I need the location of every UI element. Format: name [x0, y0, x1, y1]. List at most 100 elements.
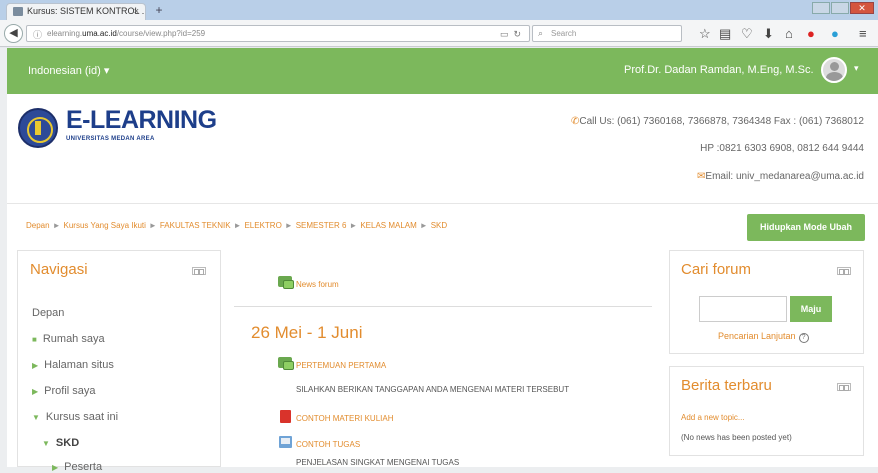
nav-item-participants[interactable]: ▶ Peserta [52, 461, 102, 473]
university-seal-icon[interactable] [18, 108, 58, 148]
breadcrumb-item[interactable]: Kursus Yang Saya Ikuti [64, 221, 146, 230]
logo-title[interactable]: E-LEARNING [66, 106, 217, 135]
no-news-text: (No news has been posted yet) [681, 433, 792, 442]
section-title: 26 Mei - 1 Juni [251, 323, 363, 342]
address-bar[interactable]: ⓘ elearning.uma.ac.id/course/view.php?id… [26, 25, 530, 42]
forum-icon [278, 276, 294, 289]
assignment-icon [279, 436, 292, 448]
breadcrumb-item[interactable]: KELAS MALAM [360, 221, 416, 230]
favicon-icon [13, 7, 23, 16]
skype-icon[interactable]: ● [831, 24, 839, 43]
collapse-arrow-icon: ▼ [42, 439, 50, 448]
news-forum-link[interactable]: News forum [296, 280, 339, 289]
expand-arrow-icon: ▶ [32, 361, 39, 370]
nav-item-site-pages[interactable]: ▶ Halaman situs [32, 359, 114, 371]
meeting-forum-link[interactable]: PERTEMUAN PERTAMA [296, 361, 386, 370]
tab-bar: Kursus: SISTEM KONTROL ... × + ✕ [0, 0, 878, 20]
addon-icon[interactable]: ● [807, 24, 815, 43]
info-icon[interactable]: ⓘ [33, 28, 42, 41]
breadcrumb-separator-icon: ► [284, 221, 293, 230]
bullet-icon: ■ [32, 335, 37, 344]
nav-item-home[interactable]: Depan [32, 307, 64, 319]
browser-toolbar-icons: ☆ ▤ ♡ ⬇ ⌂ ● ● ≡ [697, 24, 877, 43]
block-dock-icon[interactable] [837, 267, 851, 275]
advanced-search-link[interactable]: Pencarian Lanjutan? [718, 331, 809, 343]
material-link[interactable]: CONTOH MATERI KULIAH [296, 414, 394, 423]
nav-label: SKD [55, 437, 80, 449]
pocket-icon[interactable]: ♡ [741, 24, 753, 43]
search-forum-block: Cari forum Maju Pencarian Lanjutan? [669, 250, 864, 354]
language-menu[interactable]: Indonesian (id) ▾ [28, 64, 109, 77]
logo-subtitle: UNIVERSITAS MEDAN AREA [66, 136, 155, 142]
block-dock-icon[interactable] [837, 383, 851, 391]
nav-item-dashboard[interactable]: ■ Rumah saya [32, 333, 105, 345]
assignment-description: PENJELASAN SINGKAT MENGENAI TUGAS [296, 458, 460, 467]
nav-item-skd[interactable]: ▼ SKD [42, 437, 79, 449]
expand-arrow-icon: ▶ [32, 387, 39, 396]
forum-search-button[interactable]: Maju [790, 296, 832, 322]
navigation-title: Navigasi [30, 261, 88, 278]
user-menu-caret-icon[interactable]: ▾ [854, 63, 859, 74]
breadcrumb-item[interactable]: SEMESTER 6 [296, 221, 347, 230]
help-icon[interactable]: ? [798, 333, 809, 343]
breadcrumb-item[interactable]: ELEKTRO [244, 221, 281, 230]
breadcrumb: Depan ► Kursus Yang Saya Ikuti ► FAKULTAS TE… [26, 221, 447, 230]
assignment-link[interactable]: CONTOH TUGAS [296, 440, 360, 449]
tab-title: Kursus: SISTEM KONTROL ... [27, 6, 146, 16]
nav-label: Kursus saat ini [45, 411, 119, 423]
search-input[interactable]: ⌕ Search [532, 25, 682, 42]
forum-search-input[interactable] [699, 296, 787, 322]
breadcrumb-separator-icon: ► [419, 221, 428, 230]
breadcrumb-separator-icon: ► [52, 221, 61, 230]
avatar[interactable] [821, 57, 847, 83]
reload-icon[interactable]: ▭ ↻ [500, 27, 521, 41]
tab-close-icon[interactable]: × [134, 4, 139, 19]
phone-text: Call Us: (061) 7360168, 7366878, 7364348… [579, 116, 864, 127]
download-icon[interactable]: ⬇ [763, 24, 774, 43]
user-name[interactable]: Prof.Dr. Dadan Ramdan, M.Eng, M.Sc. [624, 64, 814, 76]
edit-mode-button[interactable]: Hidupkan Mode Ubah [747, 214, 865, 241]
pdf-icon [280, 410, 291, 423]
contact-hp: HP :0821 6303 6908, 0812 644 9444 [700, 143, 864, 154]
breadcrumb-item[interactable]: FAKULTAS TEKNIK [160, 221, 231, 230]
url-prefix: elearning. [47, 29, 83, 38]
menu-icon[interactable]: ≡ [859, 24, 867, 43]
collapse-arrow-icon: ▼ [32, 413, 40, 422]
url-domain: uma.ac.id [82, 29, 117, 38]
close-window-button[interactable]: ✕ [850, 2, 874, 14]
nav-label: Halaman situs [44, 359, 114, 371]
bookmark-star-icon[interactable]: ☆ [699, 24, 711, 43]
new-tab-button[interactable]: + [150, 3, 168, 19]
latest-news-block: Berita terbaru Add a new topic... (No ne… [669, 366, 864, 456]
section-divider [234, 306, 652, 307]
home-icon[interactable]: ⌂ [785, 24, 793, 43]
breadcrumb-separator-icon: ► [349, 221, 358, 230]
nav-label: Profil saya [44, 385, 96, 397]
email-text: Email: univ_medanarea@uma.ac.id [705, 171, 864, 182]
maximize-button[interactable] [831, 2, 849, 14]
window-controls: ✕ [812, 2, 874, 16]
contact-phone: ✆Call Us: (061) 7360168, 7366878, 736434… [571, 116, 864, 127]
expand-arrow-icon: ▶ [52, 463, 59, 472]
nav-item-profile[interactable]: ▶ Profil saya [32, 385, 96, 397]
navigation-toolbar: ◀ ⓘ elearning.uma.ac.id/course/view.php?… [0, 20, 878, 47]
block-dock-icon[interactable] [192, 267, 206, 275]
meeting-description: SILAHKAN BERIKAN TANGGAPAN ANDA MENGENAI… [296, 385, 570, 394]
url-path: /course/view.php?id=259 [116, 29, 206, 38]
nav-item-current-course[interactable]: ▼ Kursus saat ini [32, 411, 118, 423]
latest-news-title: Berita terbaru [681, 377, 772, 394]
back-button[interactable]: ◀ [4, 24, 23, 43]
breadcrumb-item[interactable]: SKD [431, 221, 447, 230]
search-icon: ⌕ [538, 28, 544, 38]
nav-label: Peserta [64, 461, 103, 473]
reading-list-icon[interactable]: ▤ [719, 24, 731, 43]
site-topbar: Indonesian (id) ▾ Prof.Dr. Dadan Ramdan,… [7, 48, 878, 94]
nav-label: Rumah saya [42, 333, 105, 345]
site-header: E-LEARNING UNIVERSITAS MEDAN AREA ✆Call … [7, 94, 878, 204]
minimize-button[interactable] [812, 2, 830, 14]
add-topic-link[interactable]: Add a new topic... [681, 413, 745, 422]
navigation-block: Navigasi Depan ■ Rumah saya ▶ Halaman situ… [17, 250, 221, 473]
breadcrumb-item[interactable]: Depan [26, 221, 50, 230]
browser-tab[interactable]: Kursus: SISTEM KONTROL ... × [6, 3, 146, 20]
forum-icon [278, 357, 294, 370]
